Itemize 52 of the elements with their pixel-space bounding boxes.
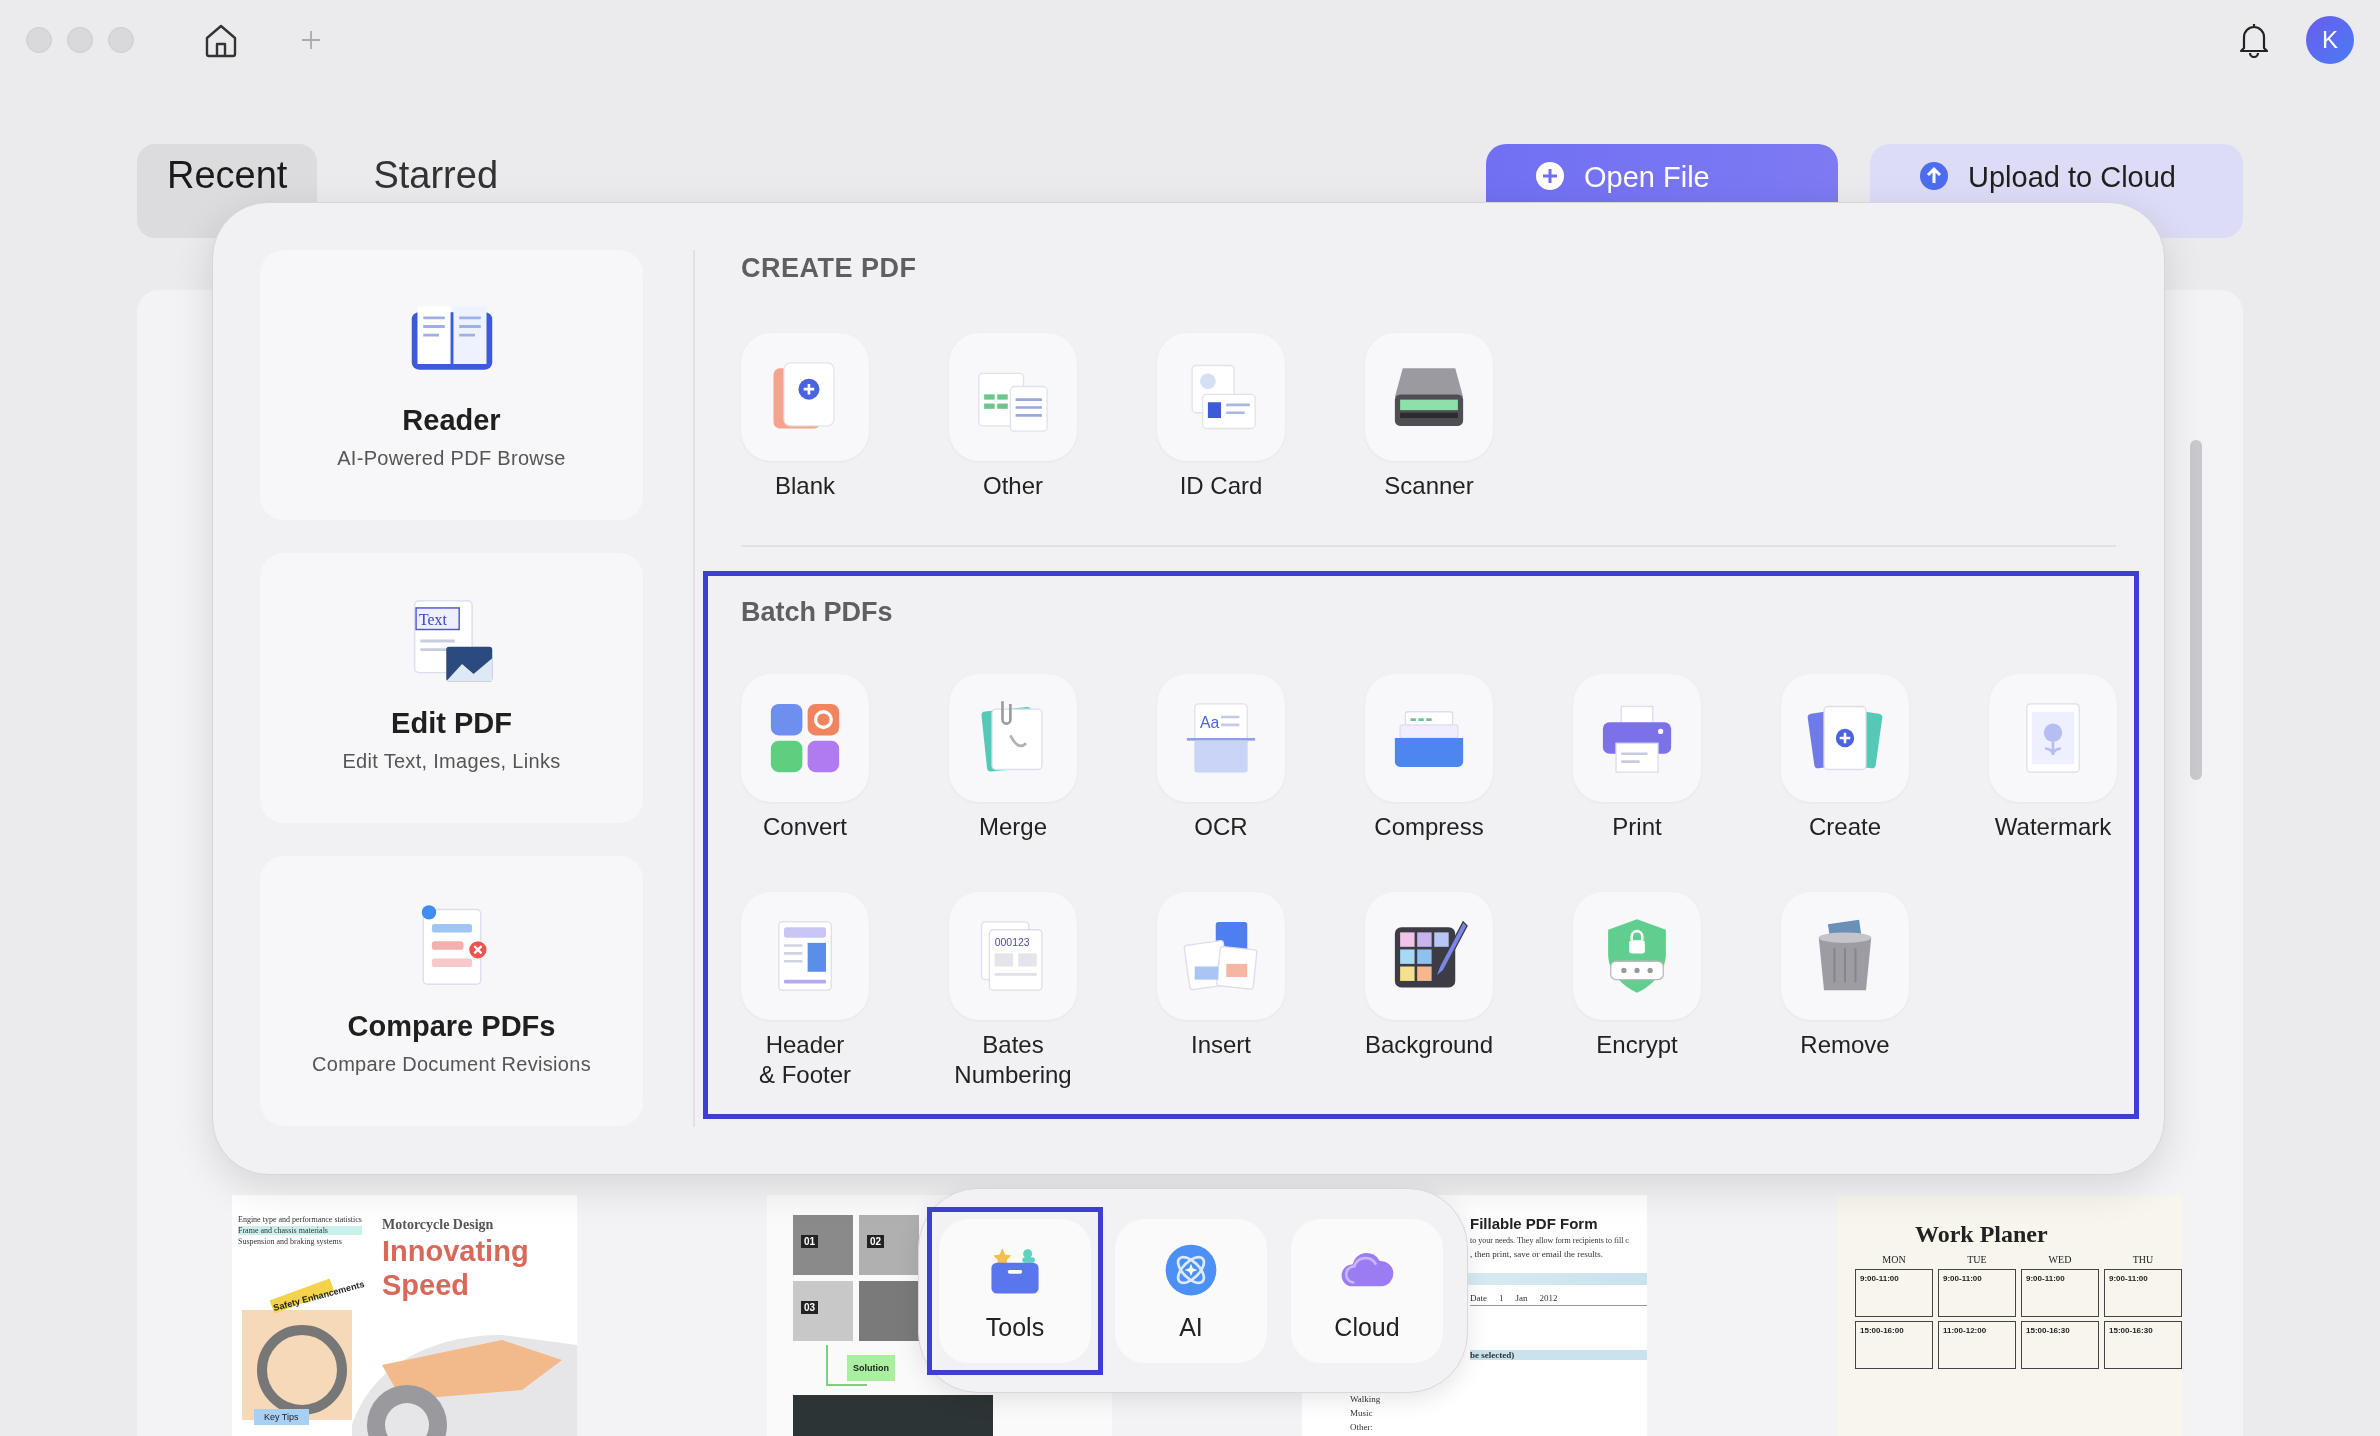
form-cell: Jan	[1515, 1293, 1528, 1303]
scrollbar[interactable]	[2190, 440, 2202, 780]
time-slot: 9:00-11:00	[2021, 1269, 2099, 1317]
time-slot: 15:00-16:00	[1855, 1321, 1933, 1369]
document-text: Engine type and performance statistics	[238, 1215, 362, 1224]
document-title: Fillable PDF Form	[1470, 1215, 1599, 1232]
time-slot: 15:00-16:30	[2104, 1321, 2182, 1369]
checkbox-option: Music	[1350, 1408, 1647, 1418]
time-slot: 11:00-12:00	[1938, 1321, 2016, 1369]
checkbox-option: Other:	[1350, 1422, 1647, 1432]
mode-card[interactable]: Reader AI-Powered PDF Browse	[260, 250, 643, 520]
mode-card[interactable]: Text Edit PDF Edit Text, Images, Links	[260, 553, 643, 823]
window-control[interactable]	[67, 27, 93, 53]
section-heading: CREATE PDF	[741, 252, 918, 285]
upload-icon	[1918, 160, 1950, 192]
day-heading: THU	[2131, 1254, 2155, 1265]
form-section: be selected)	[1470, 1350, 1647, 1360]
document-thumbnail[interactable]: Work Planer MON TUE WED THU 9:00-11:00 9:00-11:00 9:00-11:00 9:00-11:00 15:00-16:00 11:00-12:00 15:00-16:30 15:00-16:30	[1837, 1195, 2182, 1436]
photo-label: 01	[801, 1235, 819, 1248]
document-title: Speed	[382, 1269, 470, 1302]
user-avatar[interactable]: K	[2306, 16, 2354, 64]
section-heading: Batch PDFs	[741, 596, 894, 629]
document-text: to your needs. They allow form recipients to fill c	[1470, 1236, 1630, 1245]
time-slot: 15:00-16:30	[2021, 1321, 2099, 1369]
dock-button[interactable]: Tools	[927, 1207, 1103, 1375]
time-slot: 9:00-11:00	[1938, 1269, 2016, 1317]
photo-label: 03	[801, 1301, 819, 1314]
time-slot: 9:00-11:00	[1855, 1269, 1933, 1317]
document-text: Frame and chassis materials	[238, 1226, 362, 1235]
checkbox-option: Walking	[1350, 1394, 1647, 1404]
window-control[interactable]	[26, 27, 52, 53]
document-title: Innovating	[382, 1235, 529, 1268]
tab[interactable]: Starred	[343, 144, 529, 238]
plus-icon[interactable]	[299, 28, 323, 52]
day-heading: TUE	[1966, 1254, 1988, 1265]
bell-icon[interactable]	[2238, 22, 2270, 58]
mode-card[interactable]: Compare PDFs Compare Document Revisions	[260, 856, 643, 1126]
document-subtitle: Motorcycle Design	[382, 1217, 494, 1233]
photo-label: 02	[867, 1235, 885, 1248]
document-text: , then print, save or email the results.	[1470, 1249, 1604, 1259]
document-title: Work Planer	[1915, 1221, 2049, 1248]
day-heading: MON	[1881, 1254, 1907, 1265]
form-cell: 1	[1499, 1293, 1504, 1303]
day-heading: WED	[2047, 1254, 2073, 1265]
time-slot: 9:00-11:00	[2104, 1269, 2182, 1317]
document-label: Solution	[847, 1355, 895, 1381]
plus-circle-icon	[1534, 160, 1566, 192]
document-text: Suspension and braking systems	[238, 1237, 343, 1246]
document-tag: Key Tips	[254, 1409, 309, 1425]
form-cell: 2012	[1539, 1293, 1558, 1303]
form-cell: Date	[1470, 1293, 1487, 1303]
window-control[interactable]	[108, 27, 134, 53]
